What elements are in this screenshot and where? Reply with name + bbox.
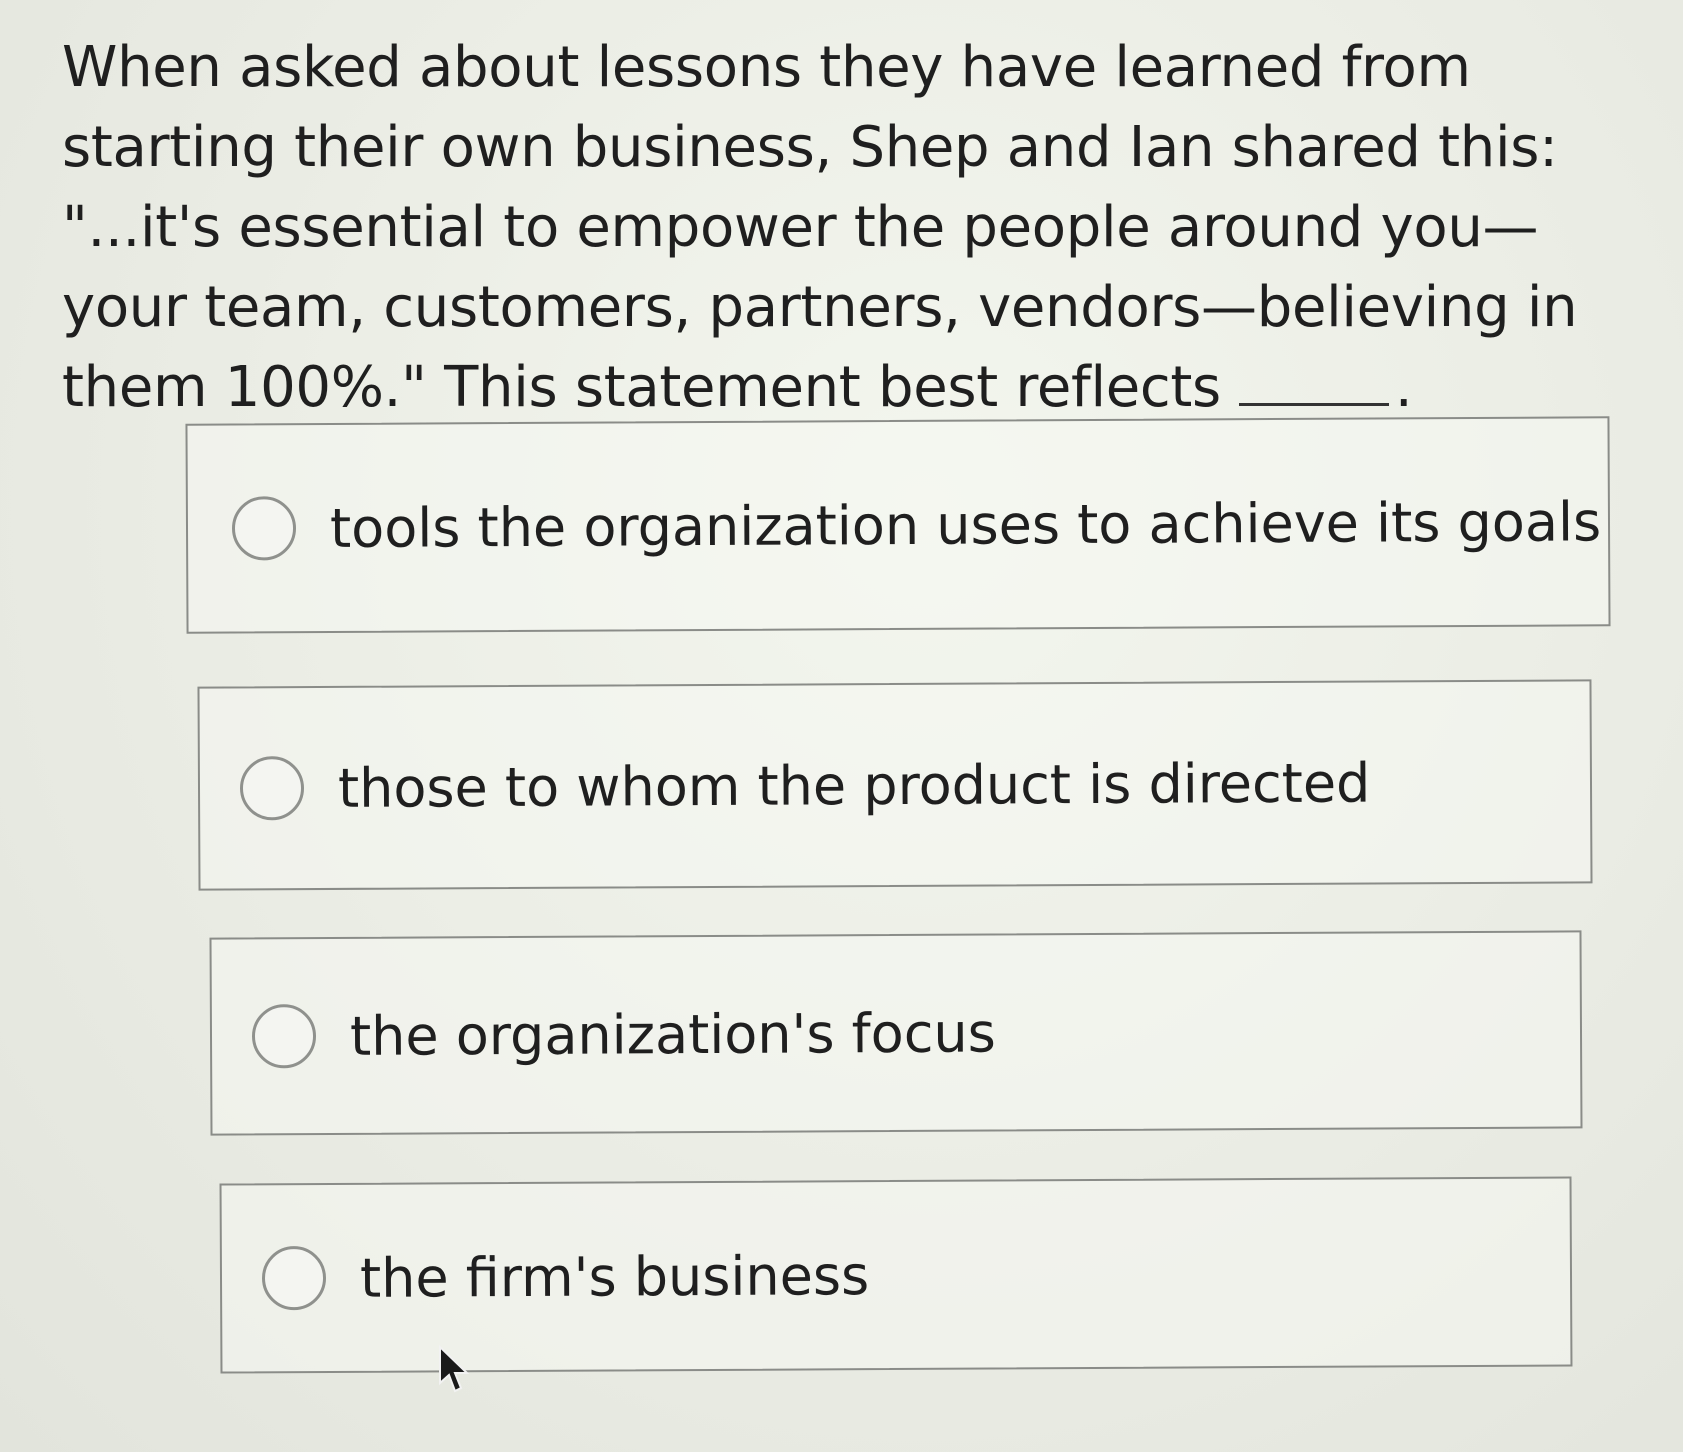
answer-option-label: the organization's focus bbox=[349, 1000, 996, 1068]
answer-option-2[interactable]: those to whom the product is directed bbox=[197, 679, 1593, 891]
radio-unselected-icon[interactable] bbox=[239, 756, 305, 821]
question-end-punctuation: . bbox=[1394, 355, 1413, 420]
question-text: When asked about lessons they have learn… bbox=[62, 28, 1582, 428]
mouse-pointer-icon bbox=[439, 1345, 470, 1393]
answer-option-1[interactable]: tools the organization uses to achieve i… bbox=[185, 416, 1611, 634]
answer-option-label: tools the organization uses to achieve i… bbox=[329, 489, 1602, 560]
answer-option-label: the firm's business bbox=[359, 1243, 870, 1310]
answer-option-label: those to whom the product is directed bbox=[337, 751, 1371, 820]
answer-option-4[interactable]: the firm's business bbox=[219, 1176, 1573, 1374]
answer-option-3[interactable]: the organization's focus bbox=[209, 930, 1583, 1136]
radio-unselected-icon[interactable] bbox=[231, 496, 297, 561]
answer-blank bbox=[1238, 355, 1389, 406]
quiz-page: When asked about lessons they have learn… bbox=[0, 0, 1683, 1452]
radio-unselected-icon[interactable] bbox=[261, 1245, 327, 1311]
radio-unselected-icon[interactable] bbox=[251, 1004, 317, 1069]
